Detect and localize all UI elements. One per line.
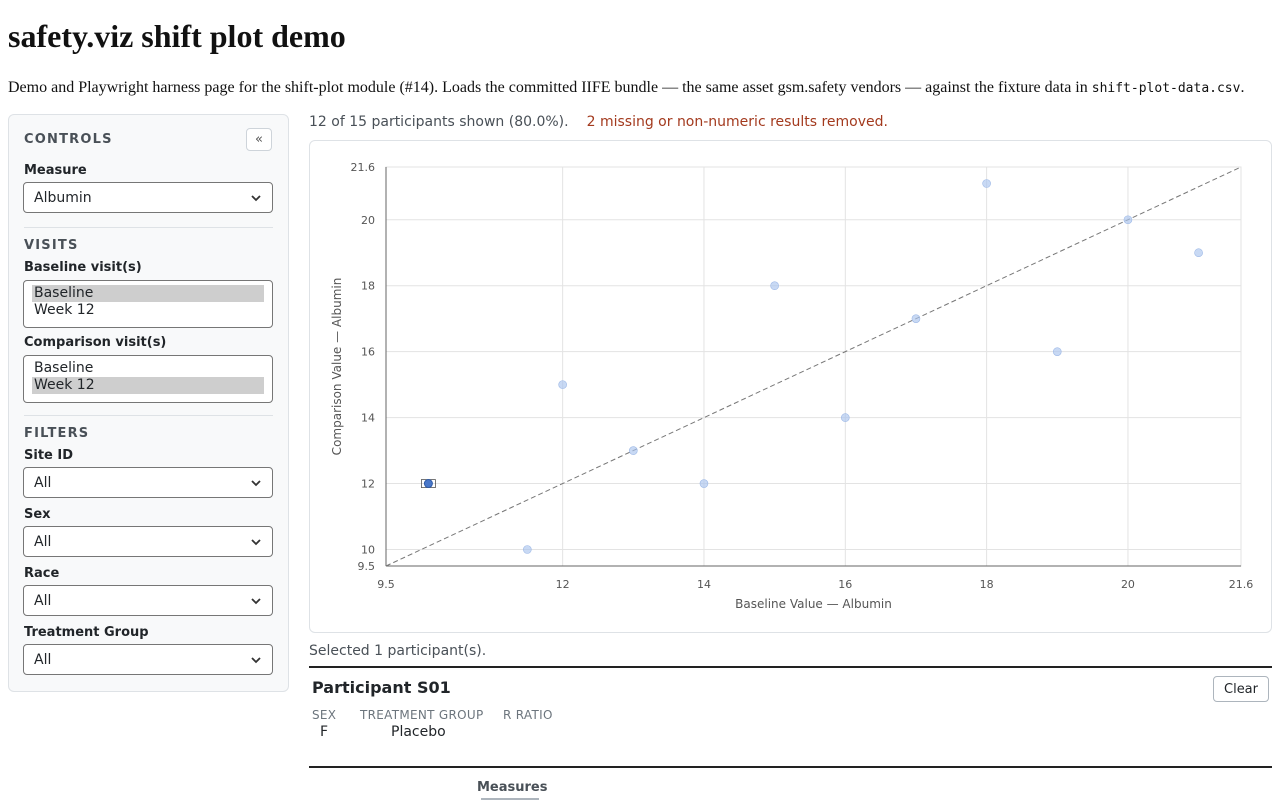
x-tick-label: 12 [556,578,570,591]
y-tick-label: 16 [361,346,375,359]
intro-paragraph: Demo and Playwright harness page for the… [8,79,1244,97]
data-point [1123,215,1133,225]
data-point [558,380,567,389]
site-id-select-value: All [34,474,52,491]
treatment-group-select[interactable]: All [23,644,273,675]
selection-status: Selected 1 participant(s). [309,643,487,659]
controls-heading: CONTROLS [24,132,113,147]
race-label: Race [24,566,60,581]
data-point [840,413,850,422]
y-tick-label: 10 [361,544,375,557]
field-sex-value: F [320,724,329,740]
controls-panel: CONTROLS « Measure Albumin VISITS Baseli… [8,114,289,692]
data-point [523,545,532,554]
comparison-option-week-12[interactable]: Week 12 [32,377,264,394]
selected-data-point [423,479,433,489]
y-tick-label: 20 [361,214,375,227]
measure-select-value: Albumin [34,189,92,206]
collapse-controls-button[interactable]: « [246,128,272,151]
identity-reference-line [385,166,1242,567]
intro-end: . [1240,79,1245,96]
chevron-down-icon [251,194,261,201]
summary-line: 12 of 15 participants shown (80.0%). 2 mi… [309,114,888,130]
data-point [770,281,779,291]
x-tick-label: 9.5 [377,578,395,591]
y-tick-label: 14 [361,412,375,425]
chevron-down-icon [251,538,261,545]
intro-text: Demo and Playwright harness page for the… [8,79,1092,96]
field-r-ratio-label: R RATIO [503,708,553,722]
comparison-option-baseline[interactable]: Baseline [32,360,264,377]
data-point [629,446,638,455]
chevron-down-icon [251,597,261,604]
field-sex: SEX F [312,708,336,740]
data-point [1194,248,1203,258]
comparison-visits-listbox[interactable]: Baseline Week 12 [23,355,273,403]
race-select-value: All [34,592,52,609]
treatment-group-label: Treatment Group [24,625,149,640]
tab-measures[interactable]: Measures [477,780,547,795]
shift-plot-chart[interactable]: 9.5 12 14 16 18 20 21.6 9.5 10 12 14 16 18 20 21.6 Bas… [310,141,1273,634]
points-layer [420,179,1203,554]
visits-heading: VISITS [24,238,79,253]
participant-detail-panel: Participant S01 Clear SEX F TREATMENT GR… [309,666,1272,768]
divider [24,227,273,228]
y-tick-label: 9.5 [358,560,376,573]
baseline-visits-listbox[interactable]: Baseline Week 12 [23,280,273,328]
intro-filename: shift-plot-data.csv [1091,81,1241,96]
y-axis-label: Comparison Value — Albumin [330,278,344,456]
y-tick-label: 12 [361,478,375,491]
comparison-visits-label: Comparison visit(s) [24,335,167,350]
field-treatment-group: TREATMENT GROUP Placebo [360,708,484,740]
measure-label: Measure [24,163,87,178]
data-point [982,179,991,188]
site-id-label: Site ID [24,448,74,463]
participant-title: Participant S01 [312,678,451,697]
baseline-option-baseline[interactable]: Baseline [32,285,264,302]
race-select[interactable]: All [23,585,273,616]
data-point [1052,347,1062,356]
x-tick-label: 20 [1121,578,1135,591]
treatment-group-select-value: All [34,651,52,668]
baseline-option-week-12[interactable]: Week 12 [32,302,264,319]
chevron-down-icon [251,479,261,486]
chevron-down-icon [251,656,261,663]
divider [24,415,273,416]
axis-layer: 9.5 12 14 16 18 20 21.6 9.5 10 12 14 16 18 20 21.6 [351,161,1254,591]
y-tick-label: 18 [361,280,375,293]
x-tick-label: 21.6 [1229,578,1254,591]
x-tick-label: 16 [838,578,852,591]
sex-select-value: All [34,533,52,550]
clear-selection-button[interactable]: Clear [1213,676,1269,702]
data-point [911,314,921,323]
double-chevron-left-icon: « [255,132,263,147]
participants-shown-text: 12 of 15 participants shown (80.0%). [309,114,569,130]
page-title: safety.viz shift plot demo [8,18,346,54]
x-tick-label: 14 [697,578,711,591]
x-tick-label: 18 [980,578,994,591]
baseline-visits-label: Baseline visit(s) [24,260,142,275]
shift-plot-card: 9.5 12 14 16 18 20 21.6 9.5 10 12 14 16 18 20 21.6 Bas… [309,140,1272,633]
site-id-select[interactable]: All [23,467,273,498]
sex-label: Sex [24,507,51,522]
field-r-ratio: R RATIO [503,708,553,724]
y-tick-label: 21.6 [351,161,376,174]
measure-select[interactable]: Albumin [23,182,273,213]
reference-line-layer [385,166,1242,567]
filters-heading: FILTERS [24,426,90,441]
field-sex-label: SEX [312,708,337,722]
field-treatment-group-label: TREATMENT GROUP [360,708,484,722]
field-treatment-group-value: Placebo [391,724,446,740]
removed-results-warning: 2 missing or non-numeric results removed… [586,114,888,130]
data-point [699,479,709,488]
x-axis-label: Baseline Value — Albumin [735,597,892,611]
sex-select[interactable]: All [23,526,273,557]
